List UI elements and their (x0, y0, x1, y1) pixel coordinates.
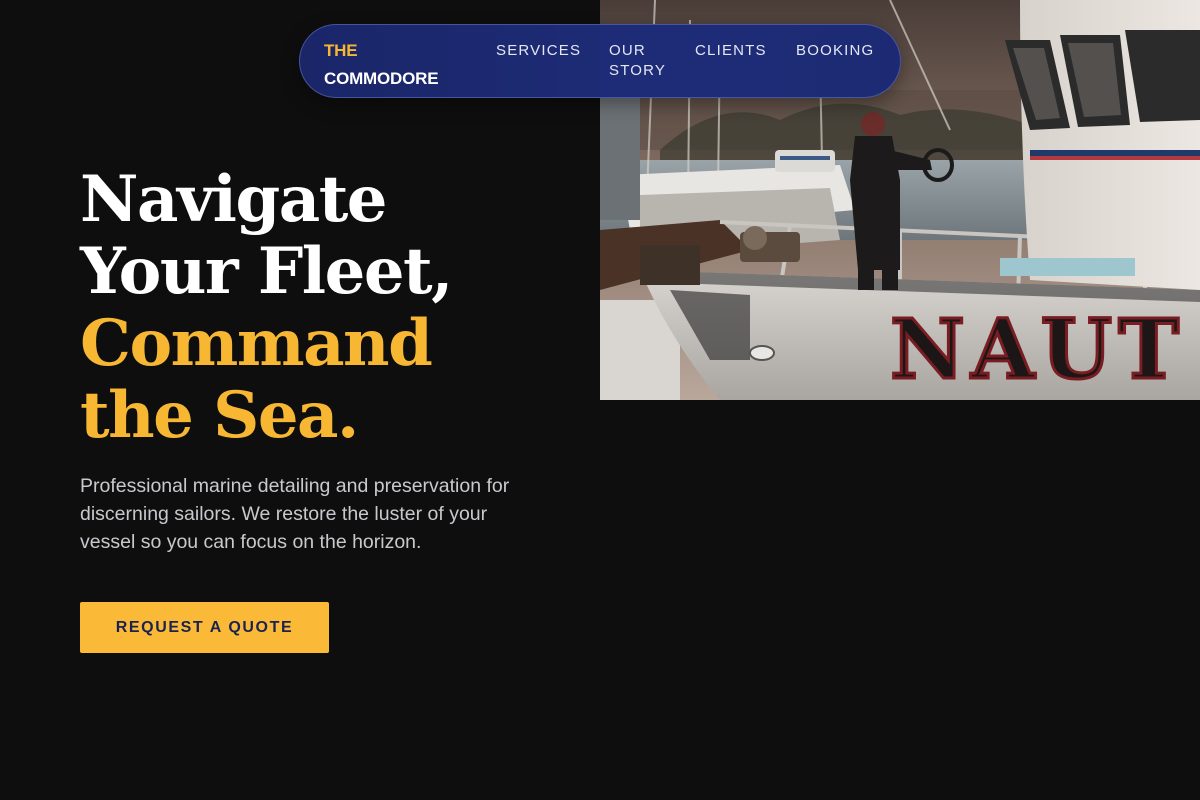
nav-link-services[interactable]: SERVICES (496, 41, 592, 61)
headline-line-navigate: Navigate (80, 162, 387, 237)
hero-description: Professional marine detailing and preser… (80, 475, 510, 553)
brand-line-commodore: COMMODORE (324, 69, 439, 88)
headline-line-the-sea: the Sea. (80, 378, 359, 453)
brand-logo[interactable]: THE COMMODORE (324, 37, 464, 93)
hero-headline: Navigate Your Fleet, Command the Sea. (80, 164, 560, 452)
headline-line-command: Command (80, 306, 433, 381)
main-navigation: THE COMMODORE SERVICES OUR STORY CLIENTS… (299, 24, 901, 98)
hull-lettering: NAUT (890, 302, 1185, 398)
nav-link-our-story[interactable]: OUR STORY (609, 41, 679, 81)
request-quote-button[interactable]: REQUEST A QUOTE (80, 602, 329, 653)
brand-line-the: THE (324, 41, 358, 60)
nav-link-clients[interactable]: CLIENTS (695, 41, 781, 61)
headline-line-your-fleet: Your Fleet, (80, 234, 453, 309)
nav-link-booking[interactable]: BOOKING (796, 41, 888, 61)
